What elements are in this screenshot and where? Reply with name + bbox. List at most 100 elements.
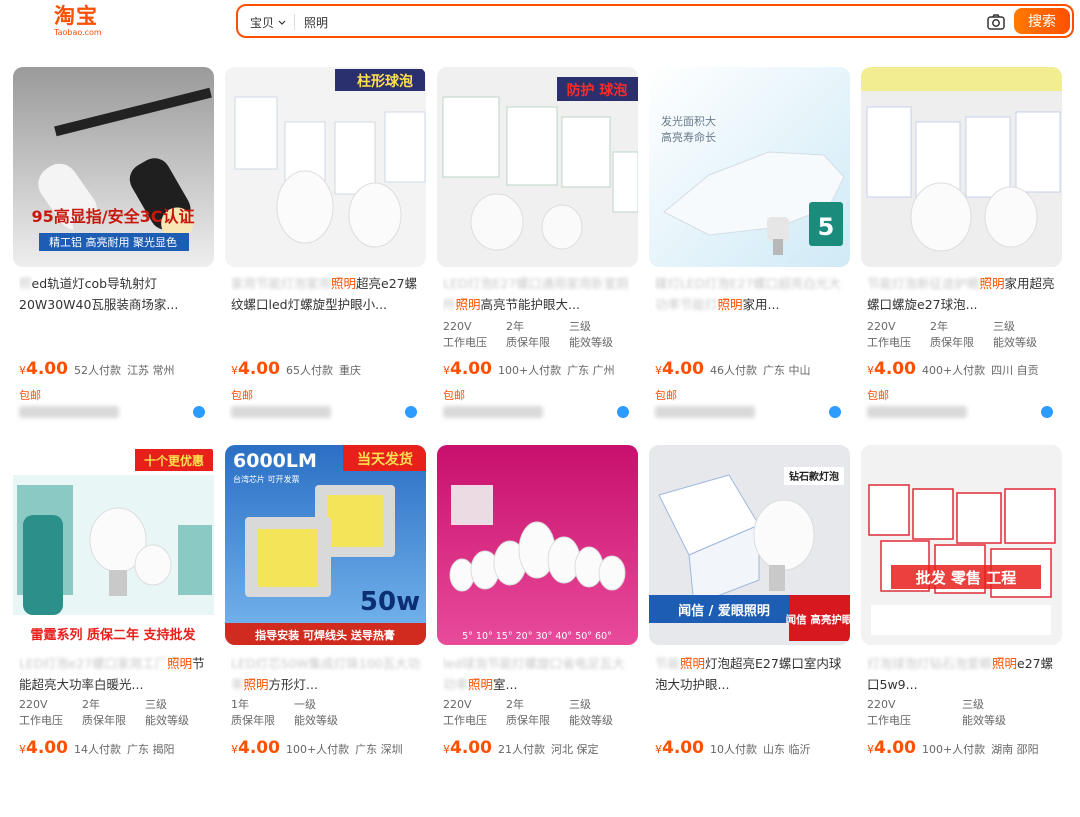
image-angles: 5° 10° 15° 20° 30° 40° 50° 60°	[462, 631, 612, 642]
product-image[interactable]: 5° 10° 15° 20° 30° 40° 50° 60°	[437, 445, 638, 645]
product-image[interactable]: 95高显指/安全3C认证 精工铝 高亮耐用 聚光显色	[13, 67, 214, 267]
product-title[interactable]: 家用节能灯泡家用照明超亮e27螺纹螺口led灯螺旋型护眼小...	[231, 273, 423, 315]
shop-badge-icon	[1041, 406, 1053, 418]
free-shipping-badge: 包邮	[19, 389, 41, 402]
location: 重庆	[338, 364, 361, 377]
product-image[interactable]: 批发 零售 工程	[861, 445, 1062, 645]
price-line: ¥4.00 52人付款 江苏 常州	[19, 359, 214, 379]
image-headline: 6000LM	[233, 450, 317, 472]
price: ¥4.00	[19, 738, 68, 758]
price-line: ¥4.00 10人付款 山东 临沂	[655, 738, 850, 758]
sales-count: 21人付款	[497, 743, 545, 756]
attribute: 2年 质保年限	[506, 320, 550, 349]
product-title[interactable]: 照ed轨道灯cob导轨射灯20W30W40瓦服装商场家...	[19, 273, 211, 315]
shop-name[interactable]	[655, 406, 755, 418]
location: 广东 广州	[567, 364, 615, 377]
product-title[interactable]: LED灯泡e27螺口家用工厂照明节能超亮大功率白暖光...	[19, 653, 211, 695]
product-card[interactable]: 柱形球泡 家用节能灯泡家用照明超亮e27螺纹螺口led灯螺旋型护眼小... ¥4…	[225, 67, 426, 439]
attribute: 三级 能效等级	[569, 698, 613, 727]
product-image[interactable]: 十个更优惠 雷霆系列 质保二年 支持批发	[13, 445, 214, 645]
location: 河北 保定	[550, 743, 599, 756]
image-subline: 台湾芯片 可开发票	[233, 474, 300, 484]
product-attributes: 220V 工作电压 2年 质保年限 三级 能效等级	[867, 319, 1062, 351]
shop-name[interactable]	[231, 406, 331, 418]
product-attributes: 220V 工作电压 三级 能效等级	[867, 697, 1062, 729]
product-title[interactable]: 灯泡球泡灯钻石泡爱眼照明e27螺口5w9...	[867, 653, 1059, 695]
logo-text: 淘宝	[54, 4, 98, 28]
product-card[interactable]: 5° 10° 15° 20° 30° 40° 50° 60° led球泡节能灯螺…	[437, 445, 638, 817]
image-tagline: 指导安装 可焊线头 送导热膏	[255, 628, 395, 642]
shop-badge-icon	[193, 406, 205, 418]
price: ¥4.00	[867, 738, 916, 758]
logo-subtext: Taobao.com	[54, 28, 102, 37]
price: ¥4.00	[443, 359, 492, 379]
attribute: 三级 能效等级	[145, 698, 189, 727]
camera-icon[interactable]	[986, 12, 1006, 32]
attribute: 220V 工作电压	[867, 320, 911, 349]
attribute: 2年 质保年限	[930, 320, 974, 349]
product-image[interactable]	[861, 67, 1062, 267]
price-line: ¥4.00 21人付款 河北 保定	[443, 738, 638, 758]
image-tagline: 闻信 高亮护眼	[786, 613, 850, 626]
sales-count: 65人付款	[285, 364, 333, 377]
product-card[interactable]: 95高显指/安全3C认证 精工铝 高亮耐用 聚光显色 照ed轨道灯cob导轨射灯…	[13, 67, 214, 439]
search-input[interactable]	[304, 12, 964, 32]
product-title[interactable]: 碟灯LED灯泡E27螺口超亮白光大功率节能灯照明家用...	[655, 273, 847, 315]
product-card[interactable]: 批发 零售 工程 灯泡球泡灯钻石泡爱眼照明e27螺口5w9... 220V 工作电…	[861, 445, 1062, 817]
search-button[interactable]: 搜索	[1014, 8, 1070, 34]
shop-name[interactable]	[19, 406, 119, 418]
product-image[interactable]: 钻石款灯泡 闻信 / 爱眼照明 闻信 高亮护眼	[649, 445, 850, 645]
product-card[interactable]: 防护 球泡 LED灯泡E27螺口通用家用卧室厕所照明高亮节能护眼大... 220…	[437, 67, 638, 439]
product-card[interactable]: 钻石款灯泡 闻信 / 爱眼照明 闻信 高亮护眼 节能照明灯泡超亮E27螺口室内球…	[649, 445, 850, 817]
price: ¥4.00	[231, 738, 280, 758]
shop-badge-icon	[405, 406, 417, 418]
image-headline: 批发 零售 工程	[916, 569, 1016, 587]
free-shipping-badge: 包邮	[867, 389, 889, 402]
product-image[interactable]: 6000LM 台湾芯片 可开发票 当天发货 50w 指导安装 可焊线头 送导热膏	[225, 445, 426, 645]
price-line: ¥4.00 100+人付款 广东 深圳	[231, 738, 426, 758]
product-title[interactable]: LED灯泡E27螺口通用家用卧室厕所照明高亮节能护眼大...	[443, 273, 635, 315]
chevron-down-icon	[278, 20, 286, 25]
product-title[interactable]: 节能灯泡新征途护眼照明家用超亮螺口螺旋e27球泡...	[867, 273, 1059, 315]
attribute: 220V 工作电压	[19, 698, 63, 727]
product-card[interactable]: 节能灯泡新征途护眼照明家用超亮螺口螺旋e27球泡... 220V 工作电压 2年质…	[861, 67, 1062, 439]
price: ¥4.00	[655, 359, 704, 379]
price: ¥4.00	[867, 359, 916, 379]
shop-name[interactable]	[443, 406, 543, 418]
image-power: 50w	[360, 587, 420, 617]
attribute: 三级 能效等级	[569, 320, 613, 349]
price-line: ¥4.00 100+人付款 广东 广州	[443, 359, 638, 379]
product-title[interactable]: 节能照明灯泡超亮E27螺口室内球泡大功护眼...	[655, 653, 847, 695]
product-title[interactable]: LED灯芯50W集成灯珠100瓦大功率照明方形灯...	[231, 653, 423, 695]
price: ¥4.00	[655, 738, 704, 758]
image-headline: 柱形球泡	[357, 73, 413, 90]
location: 四川 自贡	[991, 364, 1039, 377]
price-line: ¥4.00 400+人付款 四川 自贡	[867, 359, 1062, 379]
product-attributes: 220V 工作电压 2年 质保年限 三级 能效等级	[443, 697, 638, 729]
product-image[interactable]: 柱形球泡	[225, 67, 426, 267]
location: 广东 中山	[762, 364, 811, 377]
attribute: 2年 质保年限	[506, 698, 550, 727]
sales-count: 100+人付款	[285, 743, 350, 756]
product-attributes: 1年 质保年限 一级 能效等级	[231, 697, 426, 729]
attribute: 1年 质保年限	[231, 698, 275, 727]
sales-count: 400+人付款	[921, 364, 986, 377]
sales-count: 100+人付款	[497, 364, 562, 377]
price-line: ¥4.00 14人付款 广东 揭阳	[19, 738, 214, 758]
product-card[interactable]: 6000LM 台湾芯片 可开发票 当天发货 50w 指导安装 可焊线头 送导热膏…	[225, 445, 426, 817]
search-scope-dropdown[interactable]: 宝贝	[250, 14, 286, 31]
product-card[interactable]: 十个更优惠 雷霆系列 质保二年 支持批发 LED灯泡e27螺口家用工厂照明节能超…	[13, 445, 214, 817]
shop-name[interactable]	[867, 406, 967, 418]
location: 山东 临沂	[762, 743, 811, 756]
product-card[interactable]: 发光面积大 高亮寿命长 5 碟灯LED灯泡E27螺口超亮白光大功率节能灯照明家用…	[649, 67, 850, 439]
product-title[interactable]: led球泡节能灯螺旋口省电足瓦大功率照明室...	[443, 653, 635, 695]
top-bar: 淘宝 Taobao.com 宝贝 搜索	[0, 0, 1080, 44]
product-image[interactable]: 发光面积大 高亮寿命长 5	[649, 67, 850, 267]
image-tagline: 精工铝 高亮耐用 聚光显色	[49, 235, 177, 249]
image-headline: 95高显指/安全3C认证	[32, 207, 195, 226]
price-line: ¥4.00 100+人付款 湖南 邵阳	[867, 738, 1062, 758]
taobao-logo[interactable]: 淘宝 Taobao.com	[54, 4, 114, 40]
product-image[interactable]: 防护 球泡	[437, 67, 638, 267]
attribute: 一级 能效等级	[294, 698, 338, 727]
image-badge: 钻石款灯泡	[789, 470, 839, 483]
